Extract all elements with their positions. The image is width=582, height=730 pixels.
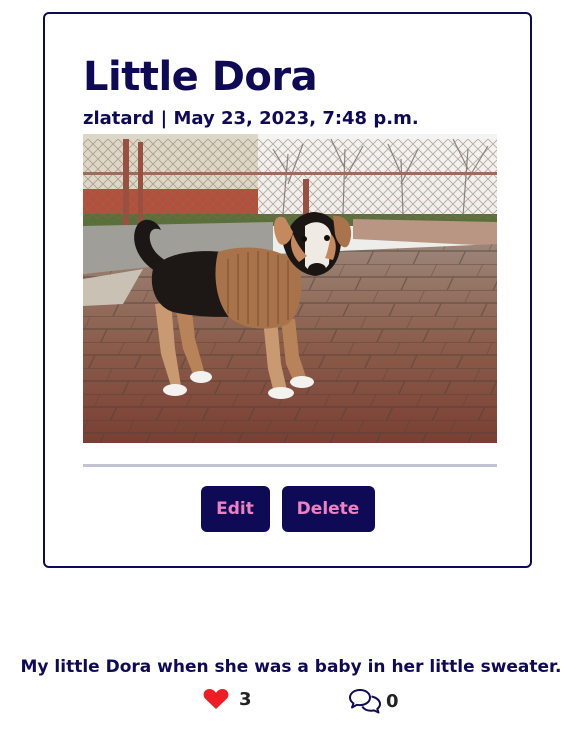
post-actions: Edit Delete [45,486,530,532]
post-detail-page: Little Dora zlatard | May 23, 2023, 7:48… [0,0,582,730]
likes-stat: 3 [203,688,252,710]
comments-icon[interactable] [348,688,382,714]
post-meta: zlatard | May 23, 2023, 7:48 p.m. [83,108,419,129]
post-divider [83,464,497,467]
comments-count: 0 [386,690,399,712]
post-card: Little Dora zlatard | May 23, 2023, 7:48… [43,12,532,568]
edit-button[interactable]: Edit [200,486,270,532]
post-title: Little Dora [83,54,318,100]
post-date: May 23, 2023, 7:48 p.m. [173,108,419,129]
post-stats: 3 0 [0,688,582,716]
comments-stat: 0 [348,688,399,714]
post-content: My little Dora when she was a baby in he… [20,657,562,677]
heart-icon[interactable] [203,688,229,710]
post-owner[interactable]: zlatard [83,108,154,129]
delete-button[interactable]: Delete [281,486,375,532]
likes-count: 3 [239,688,252,710]
post-image [83,134,497,443]
meta-separator: | [160,108,168,129]
